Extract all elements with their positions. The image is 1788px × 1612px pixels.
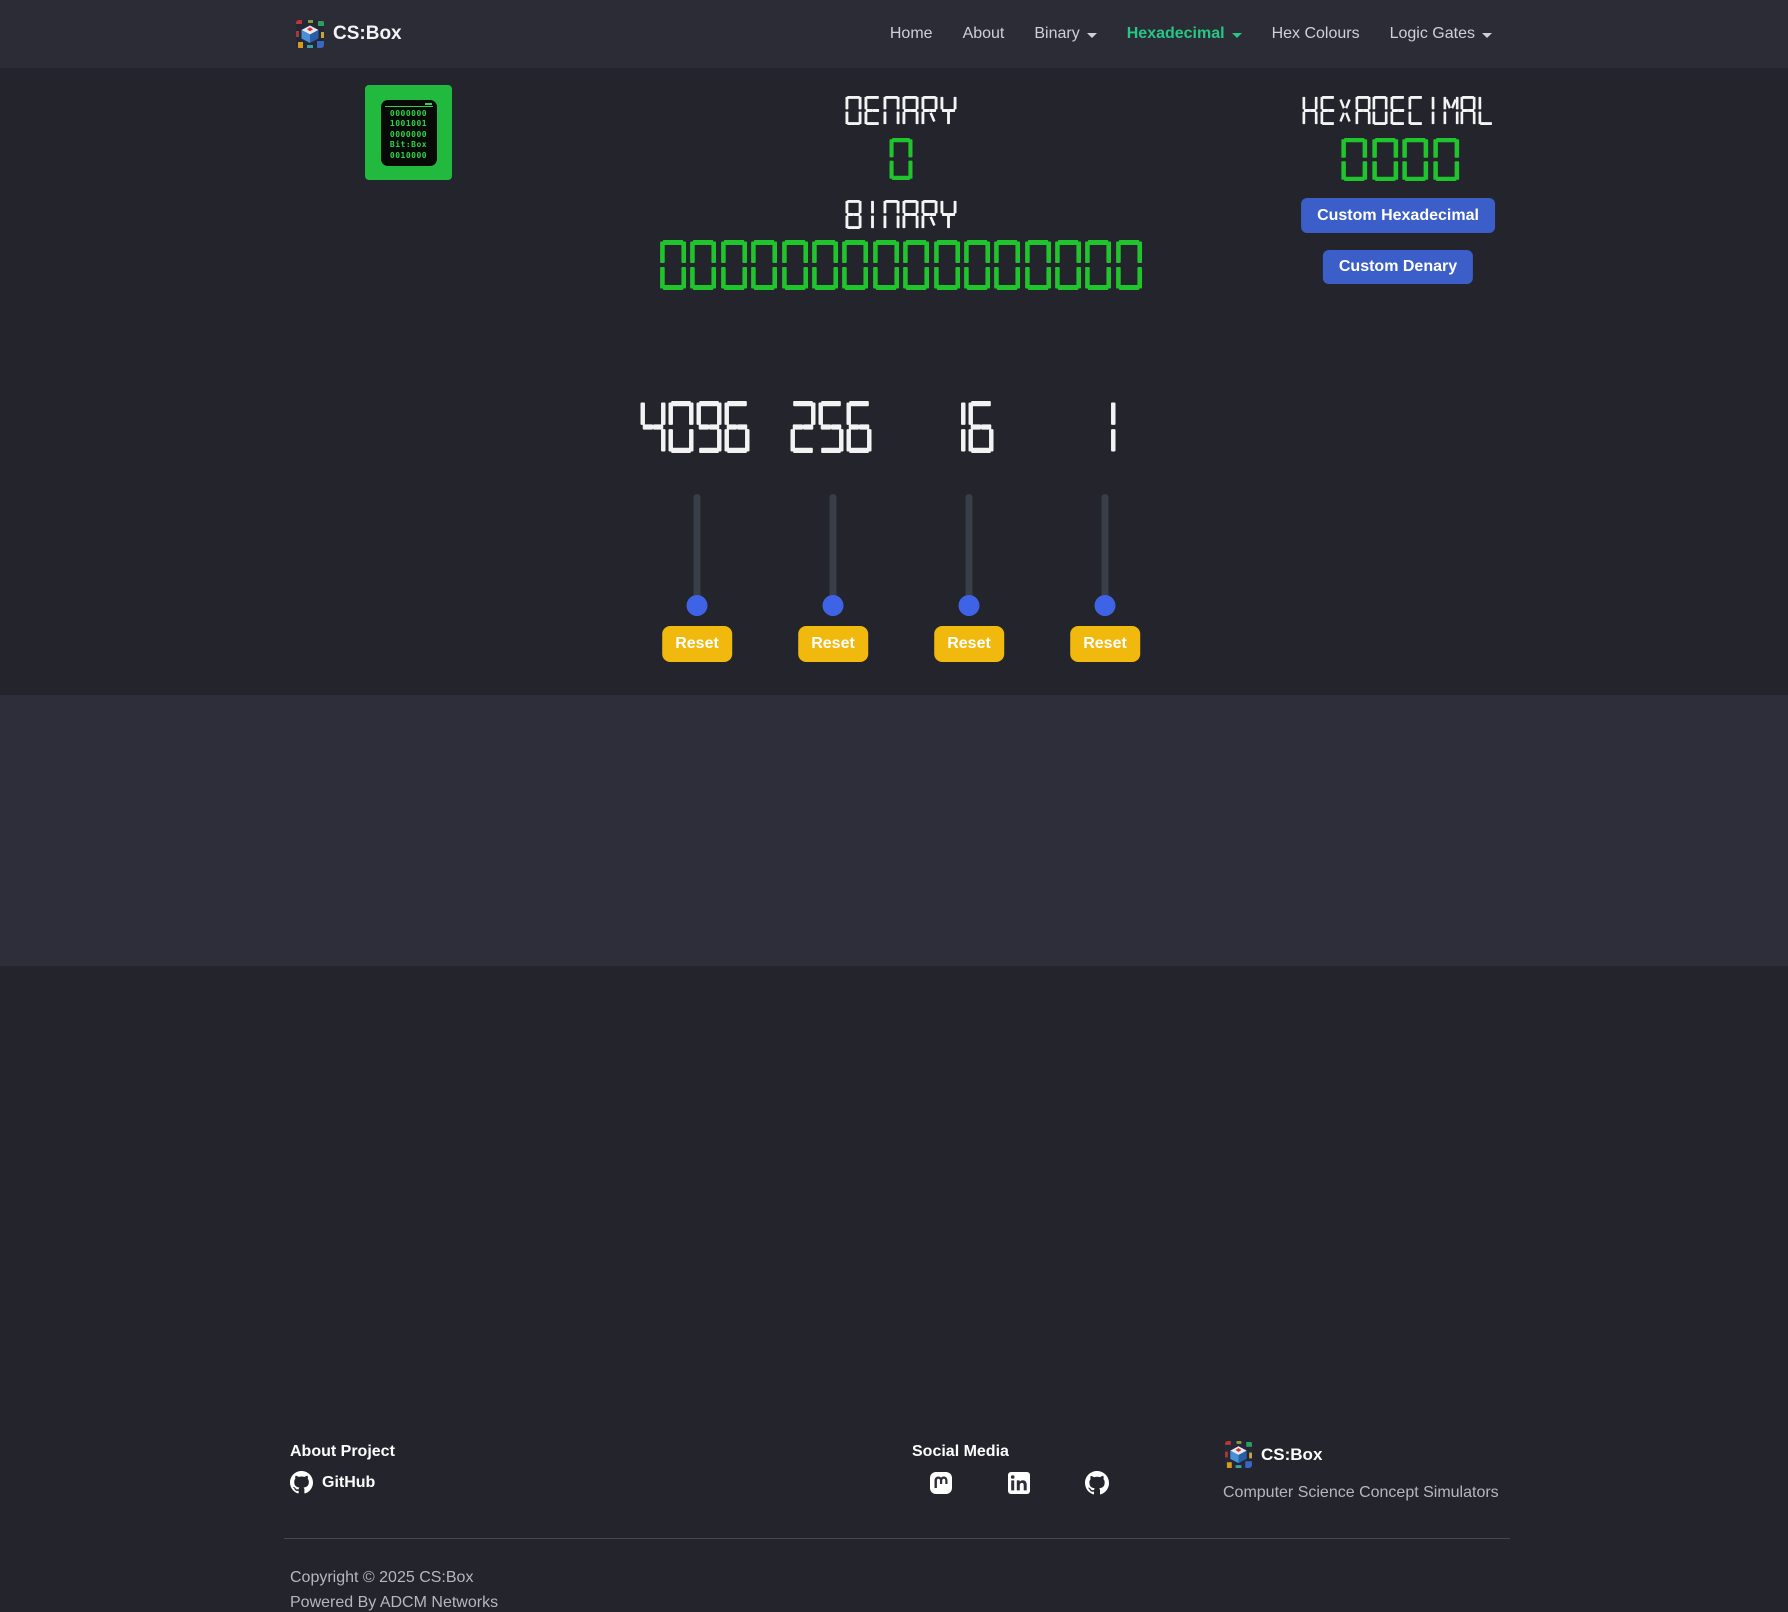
hex-digit-slider-track[interactable] xyxy=(830,494,837,606)
github-link[interactable]: GitHub xyxy=(290,1471,375,1494)
denary-label xyxy=(846,96,957,125)
place-value-1 xyxy=(1091,401,1116,453)
reset-button-16[interactable]: Reset xyxy=(934,626,1004,662)
place-value-4096 xyxy=(641,401,750,453)
custom-hexadecimal-button[interactable]: Custom Hexadecimal xyxy=(1301,198,1495,233)
hex-digit-slider-thumb[interactable] xyxy=(687,595,708,616)
hex-digit-slider-thumb[interactable] xyxy=(959,595,980,616)
bitbox-logo: 0000000 1001001 0000000 Bit:Box 0010000 xyxy=(365,85,452,180)
footer: About Project GitHub Social Media xyxy=(0,695,1788,966)
github-icon xyxy=(290,1471,313,1494)
place-value-16 xyxy=(941,401,994,453)
nav-item-home[interactable]: Home xyxy=(890,25,933,43)
linkedin-icon[interactable] xyxy=(1008,1472,1030,1494)
about-project-heading: About Project xyxy=(290,1443,395,1461)
hexadecimal-label xyxy=(1303,96,1494,125)
github-link-label: GitHub xyxy=(322,1474,375,1492)
place-value-256 xyxy=(791,401,872,453)
nav-item-hexadecimal[interactable]: Hexadecimal xyxy=(1127,25,1242,43)
caret-down-icon xyxy=(1087,33,1097,38)
binary-label xyxy=(846,200,957,229)
social-icons-row xyxy=(929,1471,1109,1495)
nav-item-binary[interactable]: Binary xyxy=(1034,25,1096,43)
bitbox-logo-text: 0000000 1001001 0000000 Bit:Box 0010000 xyxy=(385,109,433,162)
hexadecimal-value-display xyxy=(1341,138,1459,181)
footer-brand: CS:Box xyxy=(1225,1441,1322,1468)
nav-links: Home About Binary Hexadecimal Hex Colour… xyxy=(890,25,1492,43)
csbox-logo-icon xyxy=(1225,1441,1252,1468)
hex-digit-slider-track[interactable] xyxy=(966,494,973,606)
powered-by-text: Powered By ADCM Networks xyxy=(290,1594,498,1612)
footer-brand-label: CS:Box xyxy=(1261,1445,1322,1465)
hex-digit-slider-thumb[interactable] xyxy=(1095,595,1116,616)
reset-button-1[interactable]: Reset xyxy=(1070,626,1140,662)
mastodon-icon[interactable] xyxy=(929,1471,953,1495)
copyright-text: Copyright © 2025 CS:Box xyxy=(290,1569,473,1587)
nav-item-logic-gates[interactable]: Logic Gates xyxy=(1390,25,1492,43)
hex-digit-slider-track[interactable] xyxy=(694,494,701,606)
csbox-logo-icon xyxy=(296,20,324,48)
footer-divider xyxy=(284,1538,1510,1539)
nav-item-hex-colours[interactable]: Hex Colours xyxy=(1272,25,1360,43)
navbar: CS:Box Home About Binary Hexadecimal Hex… xyxy=(0,0,1788,68)
caret-down-icon xyxy=(1482,33,1492,38)
bitbox-terminal-icon: 0000000 1001001 0000000 Bit:Box 0010000 xyxy=(381,100,437,166)
github-icon[interactable] xyxy=(1085,1471,1109,1495)
navbar-brand-label: CS:Box xyxy=(333,23,402,45)
hex-digit-slider-thumb[interactable] xyxy=(823,595,844,616)
hex-digit-slider-track[interactable] xyxy=(1102,494,1109,606)
caret-down-icon xyxy=(1232,33,1242,38)
footer-tagline: Computer Science Concept Simulators xyxy=(1223,1484,1499,1502)
denary-value-display xyxy=(890,138,913,180)
social-media-heading: Social Media xyxy=(912,1443,1009,1461)
binary-value-display xyxy=(660,240,1142,290)
navbar-brand[interactable]: CS:Box xyxy=(296,20,402,48)
reset-button-256[interactable]: Reset xyxy=(798,626,868,662)
reset-button-4096[interactable]: Reset xyxy=(662,626,732,662)
nav-item-about[interactable]: About xyxy=(963,25,1005,43)
custom-denary-button[interactable]: Custom Denary xyxy=(1323,250,1473,284)
